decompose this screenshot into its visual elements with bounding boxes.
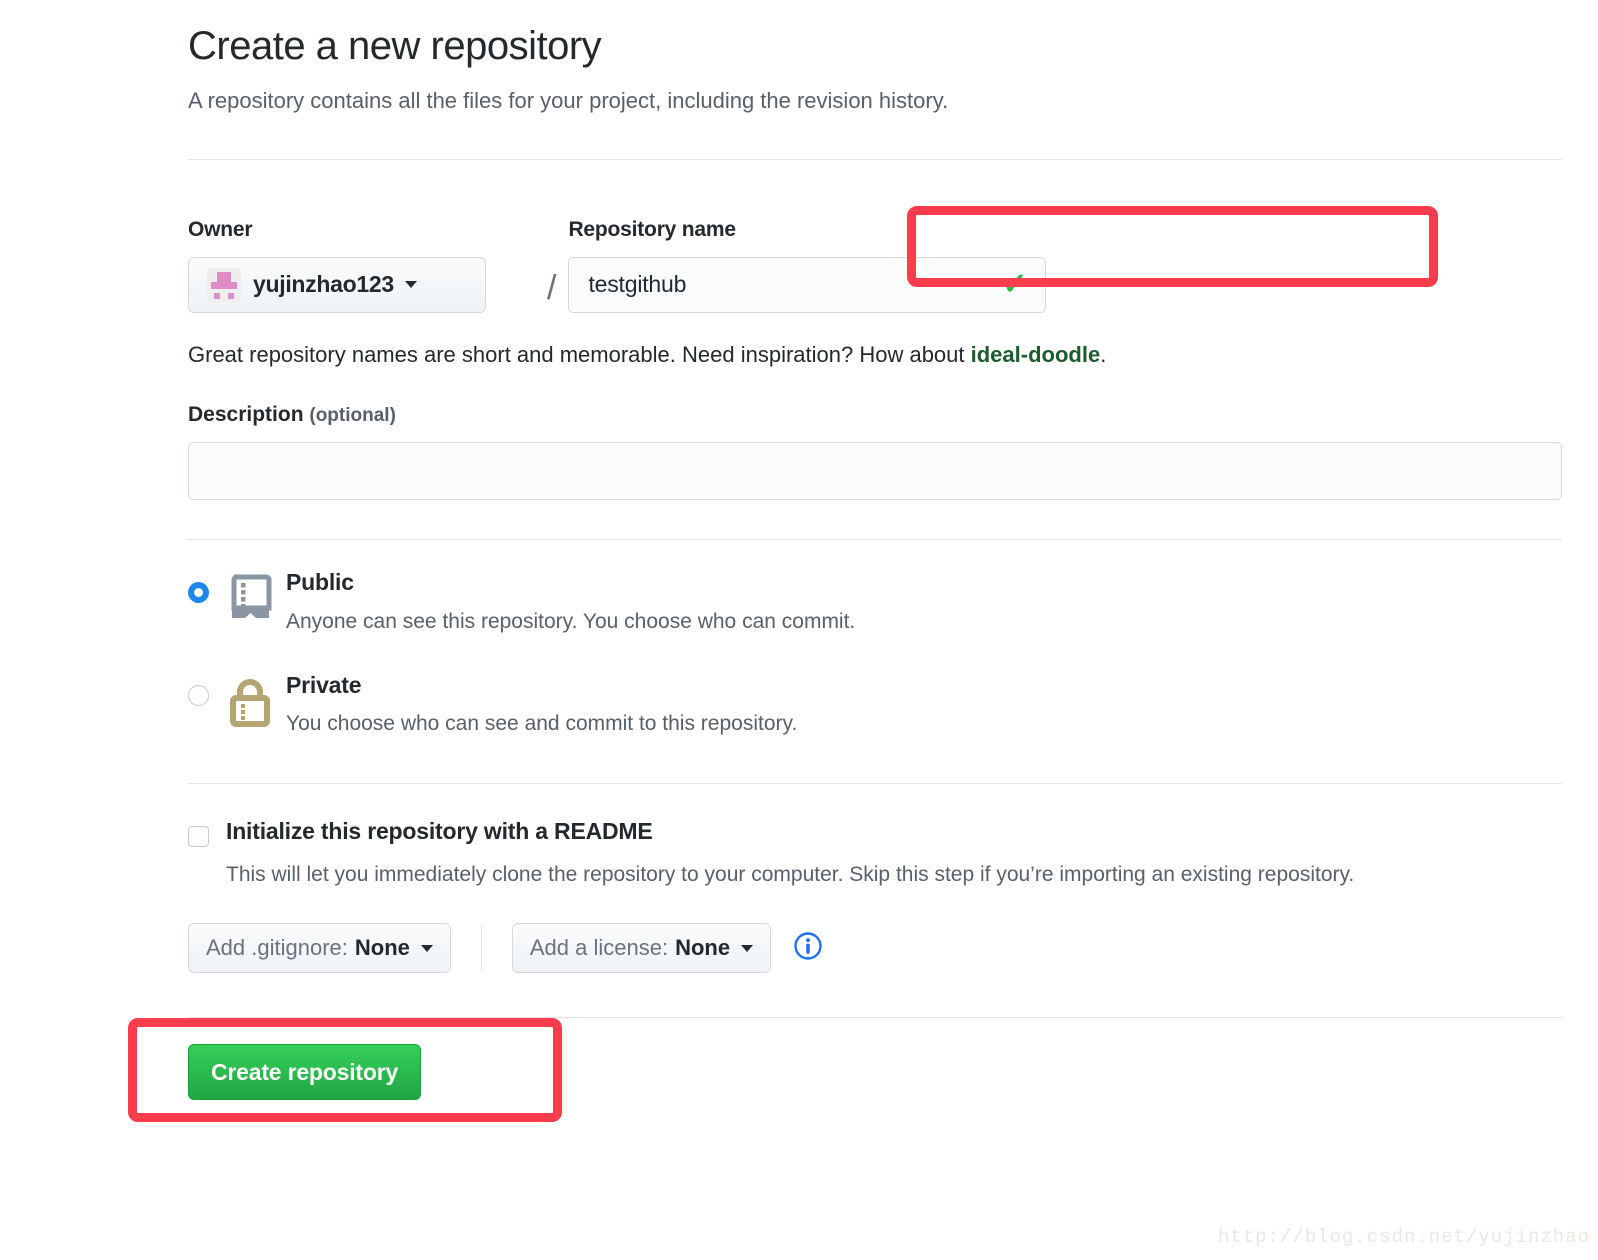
radio-private[interactable]	[188, 685, 209, 707]
chevron-down-icon	[420, 944, 433, 952]
repository-name-hint: Great repository names are short and mem…	[188, 340, 1562, 370]
radio-public[interactable]	[188, 582, 209, 604]
readme-text: Initialize this repository with a README…	[226, 818, 1354, 892]
visibility-public-description: Anyone can see this repository. You choo…	[286, 609, 856, 633]
template-selects-row: Add .gitignore: None Add a license: None	[188, 923, 1562, 974]
readme-description: This will let you immediately clone the …	[226, 862, 1355, 886]
page-title: Create a new repository	[188, 24, 602, 68]
visibility-private-text: Private You choose who can see and commi…	[286, 672, 798, 738]
description-label: Description (optional)	[188, 403, 1562, 427]
visibility-public-text: Public Anyone can see this repository. Y…	[286, 570, 855, 635]
suggested-name-link[interactable]: ideal-doodle	[971, 342, 1101, 367]
hint-suffix: .	[1100, 341, 1107, 367]
readme-label: Initialize this repository with a README	[226, 817, 653, 844]
owner-field: Owner yujinzhao123	[188, 218, 533, 313]
divider-footer	[188, 1017, 1562, 1019]
divider-readme	[188, 782, 1562, 784]
watermark: http://blog.csdn.net/yujinzhao	[1217, 1226, 1590, 1248]
divider-header	[188, 158, 1562, 160]
owner-and-name-row: Owner yujinzhao123 / Repository name tes…	[188, 205, 1562, 313]
description-input[interactable]	[188, 442, 1562, 501]
submit-row: Create repository	[128, 1018, 1562, 1123]
visibility-private-description: You choose who can see and commit to thi…	[286, 712, 798, 736]
owner-name: yujinzhao123	[253, 271, 394, 298]
visibility-public-title: Public	[286, 569, 354, 596]
create-repository-button[interactable]: Create repository	[188, 1044, 422, 1101]
info-circle-icon[interactable]	[793, 931, 823, 966]
license-select-value: None	[675, 935, 731, 961]
checkmark-icon: ✓	[1002, 267, 1028, 301]
repository-name-value: testgithub	[588, 271, 687, 298]
readme-option[interactable]: Initialize this repository with a README…	[188, 818, 1562, 892]
visibility-private-title: Private	[286, 672, 362, 699]
chevron-down-icon	[404, 281, 417, 289]
page-subtitle: A repository contains all the files for …	[188, 88, 949, 113]
repository-name-field: Repository name testgithub ✓	[568, 205, 1562, 313]
readme-checkbox[interactable]	[188, 825, 209, 847]
visibility-options: Public Anyone can see this repository. Y…	[188, 570, 1562, 737]
description-optional-text: (optional)	[309, 405, 396, 427]
identicon-avatar	[207, 267, 241, 302]
repo-book-icon	[228, 574, 272, 627]
visibility-option-public[interactable]: Public Anyone can see this repository. Y…	[188, 570, 1562, 635]
description-field: Description (optional)	[188, 403, 1562, 501]
visibility-option-private[interactable]: Private You choose who can see and commi…	[188, 672, 1562, 738]
owner-label: Owner	[188, 217, 253, 241]
owner-select[interactable]: yujinzhao123	[188, 256, 486, 313]
path-separator: /	[547, 268, 557, 307]
license-select-prefix: Add a license:	[529, 935, 669, 961]
chevron-down-icon	[741, 944, 754, 952]
license-select[interactable]: Add a license: None	[511, 923, 772, 974]
create-repository-form: Create a new repository A repository con…	[128, 0, 1562, 1123]
gitignore-select[interactable]: Add .gitignore: None	[188, 923, 451, 974]
vertical-divider	[480, 924, 482, 973]
description-label-text: Description	[188, 403, 304, 427]
hint-prefix: Great repository names are short and mem…	[188, 341, 971, 367]
gitignore-select-prefix: Add .gitignore:	[206, 935, 348, 961]
lock-icon	[228, 677, 272, 732]
repository-name-label: Repository name	[568, 217, 736, 241]
gitignore-select-value: None	[354, 935, 410, 961]
divider-visibility	[188, 539, 1562, 541]
repository-name-input[interactable]: testgithub ✓	[568, 256, 1047, 313]
